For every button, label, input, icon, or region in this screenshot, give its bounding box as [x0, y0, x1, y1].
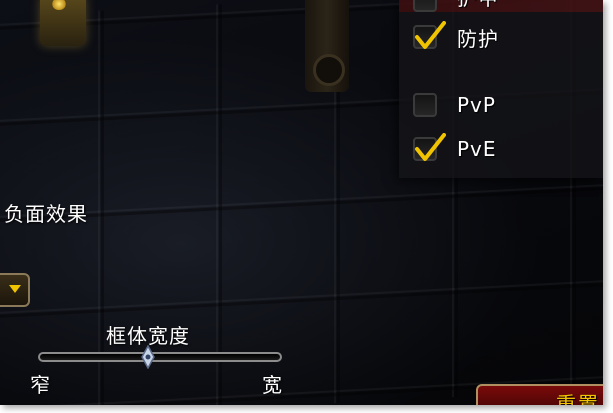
defense-checkbox[interactable]	[413, 21, 446, 49]
debuffs-dropdown-button[interactable]	[0, 273, 30, 307]
pillar-art	[305, 0, 349, 92]
game-viewport: 护甲 防护 PvP PvE 负面效果 框体宽度 窄 宽	[0, 0, 603, 405]
option-row-defense[interactable]: 防护	[413, 21, 499, 52]
lantern-art	[40, 0, 86, 46]
checkmark-icon	[415, 21, 446, 49]
option-row-partial[interactable]: 护甲	[413, 0, 499, 12]
option-row-pve[interactable]: PvE	[413, 133, 497, 164]
pvp-checkbox[interactable]	[413, 93, 437, 117]
option-row-pvp[interactable]: PvP	[413, 90, 496, 120]
reset-button-label: 重置	[556, 392, 600, 405]
debuffs-label: 负面效果	[4, 202, 88, 226]
slider-max-label: 宽	[262, 373, 283, 397]
option-label-pve: PvE	[457, 137, 497, 161]
frame-width-slider[interactable]	[38, 352, 282, 362]
checkmark-icon	[415, 133, 446, 161]
option-label-partial: 护甲	[457, 0, 499, 11]
slider-min-label: 窄	[30, 373, 51, 397]
partial-checkbox[interactable]	[413, 0, 437, 12]
reset-button[interactable]: 重置	[476, 384, 603, 405]
slider-thumb-handle[interactable]	[140, 345, 155, 369]
pve-checkbox[interactable]	[413, 133, 446, 161]
option-label-pvp: PvP	[457, 93, 496, 117]
option-label-defense: 防护	[457, 26, 499, 51]
chevron-down-icon	[9, 285, 21, 293]
